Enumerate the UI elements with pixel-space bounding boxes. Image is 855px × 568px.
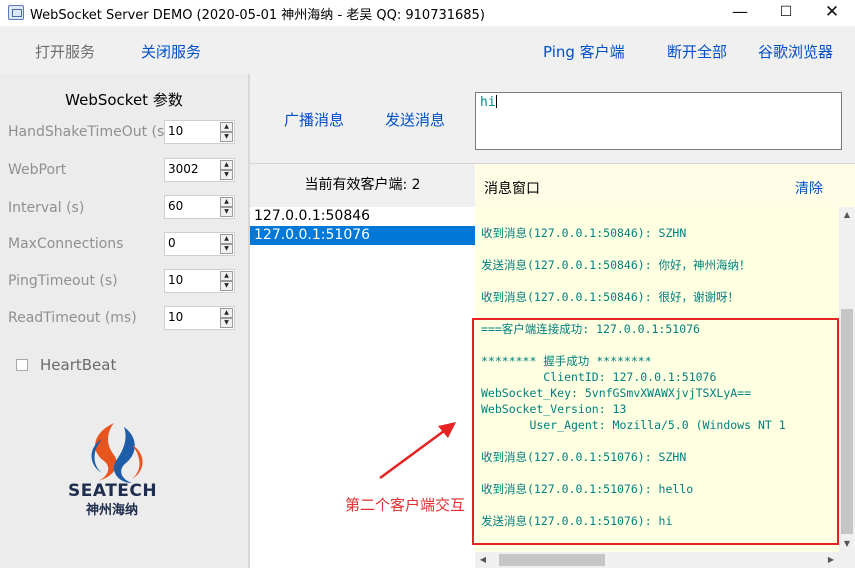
stepper-up-icon[interactable]: ▲ xyxy=(220,271,233,281)
window-title: WebSocket Server DEMO (2020-05-01 神州海纳 -… xyxy=(30,8,485,23)
param-label: MaxConnections xyxy=(8,236,124,252)
message-window-title: 消息窗口 xyxy=(484,181,540,197)
message-input-value: hi xyxy=(480,95,496,110)
stepper-value: 60 xyxy=(168,199,184,213)
heartbeat-label: HeartBeat xyxy=(40,356,117,374)
param-label: HandShakeTimeOut (s) xyxy=(8,124,170,140)
stepper-up-icon[interactable]: ▲ xyxy=(220,122,233,132)
heartbeat-checkbox[interactable] xyxy=(16,359,28,371)
scroll-up-icon[interactable]: ▲ xyxy=(839,207,855,223)
message-input[interactable]: hi xyxy=(475,92,842,150)
max-connections-stepper[interactable]: 0 ▲ ▼ xyxy=(164,232,235,256)
message-window-header: 消息窗口 清除 xyxy=(475,164,855,207)
toolbar: 打开服务 关闭服务 Ping 客户端 断开全部 谷歌浏览器 xyxy=(0,26,855,74)
scroll-down-icon[interactable]: ▼ xyxy=(839,536,855,552)
stepper-value: 10 xyxy=(168,124,184,138)
close-service-button[interactable]: 关闭服务 xyxy=(141,41,201,62)
scroll-thumb[interactable] xyxy=(499,554,605,566)
param-label: WebPort xyxy=(8,162,67,178)
interval-stepper[interactable]: 60 ▲ ▼ xyxy=(164,195,235,219)
param-label: PingTimeout (s) xyxy=(8,273,118,289)
stepper-down-icon[interactable]: ▼ xyxy=(220,244,233,254)
log-line: 收到消息(127.0.0.1:50846): 很好，谢谢呀！ xyxy=(481,290,740,304)
logo-text: SEATECH xyxy=(68,481,158,501)
stepper-value: 10 xyxy=(168,273,184,287)
log-line: 收到消息(127.0.0.1:50846): SZHN xyxy=(481,226,687,240)
handshake-timeout-stepper[interactable]: 10 ▲ ▼ xyxy=(164,120,235,144)
annotation-arrow-icon xyxy=(379,422,456,480)
stepper-up-icon[interactable]: ▲ xyxy=(220,160,233,170)
params-title: WebSocket 参数 xyxy=(65,91,183,109)
stepper-value: 3002 xyxy=(168,162,199,176)
params-panel: WebSocket 参数 HandShakeTimeOut (s) 10 ▲ ▼ … xyxy=(0,74,248,568)
stepper-up-icon[interactable]: ▲ xyxy=(220,234,233,244)
highlight-box xyxy=(472,318,839,545)
annotation-text: 第二个客户端交互 xyxy=(345,496,466,514)
open-service-button[interactable]: 打开服务 xyxy=(35,41,95,62)
param-label: Interval (s) xyxy=(8,200,85,216)
client-list-item[interactable]: 127.0.0.1:50846 xyxy=(250,207,475,226)
param-label: ReadTimeout (ms) xyxy=(8,310,137,326)
stepper-value: 0 xyxy=(168,236,176,250)
read-timeout-stepper[interactable]: 10 ▲ ▼ xyxy=(164,306,235,330)
google-browser-button[interactable]: 谷歌浏览器 xyxy=(758,41,833,62)
vertical-scrollbar[interactable]: ▲ ▼ xyxy=(839,207,855,552)
stepper-down-icon[interactable]: ▼ xyxy=(220,132,233,142)
scroll-left-icon[interactable]: ◀ xyxy=(475,552,491,568)
client-list-item-selected[interactable]: 127.0.0.1:51076 xyxy=(250,226,475,245)
close-button[interactable]: ✕ xyxy=(809,0,855,26)
horizontal-scrollbar[interactable]: ◀ ▶ xyxy=(475,552,855,568)
stepper-down-icon[interactable]: ▼ xyxy=(220,281,233,291)
ping-client-button[interactable]: Ping 客户端 xyxy=(543,41,625,62)
webport-stepper[interactable]: 3002 ▲ ▼ xyxy=(164,158,235,182)
stepper-up-icon[interactable]: ▲ xyxy=(220,197,233,207)
ping-timeout-stepper[interactable]: 10 ▲ ▼ xyxy=(164,269,235,293)
stepper-down-icon[interactable]: ▼ xyxy=(220,318,233,328)
scroll-thumb[interactable] xyxy=(841,309,853,534)
action-area: 广播消息 发送消息 hi xyxy=(250,74,855,164)
stepper-up-icon[interactable]: ▲ xyxy=(220,308,233,318)
clear-button[interactable]: 清除 xyxy=(795,178,823,198)
clients-header: 当前有效客户端: 2 xyxy=(250,164,475,207)
logo-subtext: 神州海纳 xyxy=(86,503,139,518)
stepper-down-icon[interactable]: ▼ xyxy=(220,207,233,217)
title-bar: WebSocket Server DEMO (2020-05-01 神州海纳 -… xyxy=(0,0,855,26)
scroll-right-icon[interactable]: ▶ xyxy=(823,552,839,568)
app-icon xyxy=(8,5,24,20)
maximize-button[interactable]: ☐ xyxy=(763,0,809,26)
stepper-down-icon[interactable]: ▼ xyxy=(220,170,233,180)
stepper-value: 10 xyxy=(168,310,184,324)
text-caret xyxy=(495,95,497,108)
send-message-button[interactable]: 发送消息 xyxy=(385,109,445,130)
log-line: 发送消息(127.0.0.1:50846): 你好，神州海纳！ xyxy=(481,258,751,272)
disconnect-all-button[interactable]: 断开全部 xyxy=(667,41,727,62)
minimize-button[interactable]: — xyxy=(717,0,763,26)
broadcast-button[interactable]: 广播消息 xyxy=(284,109,344,130)
